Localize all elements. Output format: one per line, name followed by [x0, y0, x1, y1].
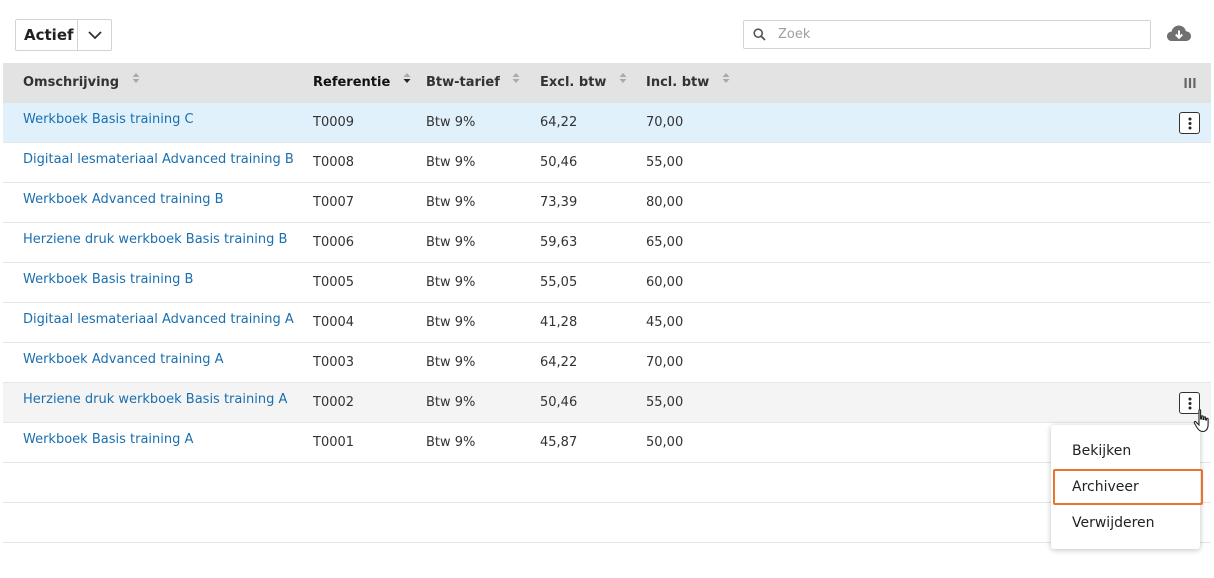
sort-icon [619, 61, 627, 101]
table-row[interactable]: Werkboek Basis training C T0009 Btw 9% 6… [3, 103, 1211, 143]
row-actions-menu: Bekijken Archiveer Verwijderen [1051, 425, 1203, 549]
search-icon [744, 21, 774, 48]
row-incl-vat: 45,00 [646, 315, 684, 330]
cloud-download-icon[interactable] [1166, 23, 1192, 45]
search-input[interactable] [774, 22, 1134, 47]
row-incl-vat: 80,00 [646, 195, 684, 210]
empty-row [3, 543, 1211, 578]
row-reference: T0008 [313, 155, 355, 170]
row-reference: T0002 [313, 395, 355, 410]
row-reference: T0003 [313, 355, 355, 370]
row-reference: T0009 [313, 115, 355, 130]
table-row[interactable]: Werkboek Advanced training A T0003 Btw 9… [3, 343, 1211, 383]
table-row[interactable]: Digitaal lesmateriaal Advanced training … [3, 303, 1211, 343]
row-description-link[interactable]: Werkboek Basis training A [23, 423, 193, 463]
row-reference: T0006 [313, 235, 355, 250]
column-header-btw-tarief[interactable]: Btw-tarief [426, 63, 520, 103]
row-excl-vat: 64,22 [540, 115, 578, 130]
row-vat-rate: Btw 9% [426, 395, 476, 410]
sort-icon [512, 61, 520, 101]
row-description-link[interactable]: Werkboek Basis training B [23, 263, 193, 303]
chevron-down-icon[interactable] [78, 20, 111, 50]
row-vat-rate: Btw 9% [426, 355, 476, 370]
table-row[interactable]: Werkboek Basis training B T0005 Btw 9% 5… [3, 263, 1211, 303]
table-row[interactable]: Werkboek Basis training A T0001 Btw 9% 4… [3, 423, 1211, 463]
row-excl-vat: 73,39 [540, 195, 578, 210]
row-incl-vat: 70,00 [646, 355, 684, 370]
row-description-link[interactable]: Werkboek Basis training C [23, 103, 194, 143]
sort-desc-icon [403, 61, 411, 101]
row-vat-rate: Btw 9% [426, 235, 476, 250]
row-excl-vat: 55,05 [540, 275, 578, 290]
row-reference: T0001 [313, 435, 355, 450]
row-description-link[interactable]: Digitaal lesmateriaal Advanced training … [23, 303, 294, 343]
row-description-link[interactable]: Werkboek Advanced training B [23, 183, 224, 223]
row-vat-rate: Btw 9% [426, 115, 476, 130]
row-vat-rate: Btw 9% [426, 275, 476, 290]
row-vat-rate: Btw 9% [426, 315, 476, 330]
row-excl-vat: 59,63 [540, 235, 578, 250]
table-header: Omschrijving Referentie Btw-tarief Excl.… [3, 63, 1211, 103]
status-filter-dropdown[interactable]: Actief [15, 19, 112, 51]
row-excl-vat: 50,46 [540, 155, 578, 170]
table-row[interactable]: Herziene druk werkboek Basis training A … [3, 383, 1211, 423]
sort-icon [722, 61, 730, 101]
row-description-link[interactable]: Herziene druk werkboek Basis training A [23, 383, 287, 423]
row-vat-rate: Btw 9% [426, 195, 476, 210]
column-header-excl-btw[interactable]: Excl. btw [540, 63, 627, 103]
row-description-link[interactable]: Digitaal lesmateriaal Advanced training … [23, 143, 294, 183]
row-excl-vat: 64,22 [540, 355, 578, 370]
row-excl-vat: 45,87 [540, 435, 578, 450]
row-incl-vat: 60,00 [646, 275, 684, 290]
row-description-link[interactable]: Werkboek Advanced training A [23, 343, 224, 383]
table-row[interactable]: Werkboek Advanced training B T0007 Btw 9… [3, 183, 1211, 223]
row-vat-rate: Btw 9% [426, 435, 476, 450]
menu-item-archiveer[interactable]: Archiveer [1053, 469, 1203, 505]
row-incl-vat: 65,00 [646, 235, 684, 250]
toolbar: Actief [0, 0, 1214, 64]
empty-row [3, 503, 1211, 543]
row-excl-vat: 50,46 [540, 395, 578, 410]
row-incl-vat: 50,00 [646, 435, 684, 450]
status-filter-label[interactable]: Actief [16, 20, 79, 50]
sort-icon [132, 61, 140, 101]
column-header-incl-btw[interactable]: Incl. btw [646, 63, 730, 103]
search-box[interactable] [743, 20, 1151, 49]
hand-pointer-icon [1192, 408, 1214, 434]
column-header-omschrijving[interactable]: Omschrijving [23, 63, 140, 103]
row-description-link[interactable]: Herziene druk werkboek Basis training B [23, 223, 287, 263]
table-row[interactable]: Digitaal lesmateriaal Advanced training … [3, 143, 1211, 183]
row-incl-vat: 55,00 [646, 155, 684, 170]
kebab-icon[interactable] [1179, 112, 1200, 134]
columns-icon[interactable] [1184, 77, 1196, 89]
table-body: Werkboek Basis training C T0009 Btw 9% 6… [3, 103, 1211, 463]
row-reference: T0007 [313, 195, 355, 210]
row-reference: T0005 [313, 275, 355, 290]
row-incl-vat: 55,00 [646, 395, 684, 410]
row-vat-rate: Btw 9% [426, 155, 476, 170]
column-header-referentie[interactable]: Referentie [313, 63, 411, 103]
menu-item-verwijderen[interactable]: Verwijderen [1051, 505, 1200, 541]
row-incl-vat: 70,00 [646, 115, 684, 130]
menu-item-bekijken[interactable]: Bekijken [1051, 433, 1200, 469]
empty-row [3, 463, 1211, 503]
row-excl-vat: 41,28 [540, 315, 578, 330]
row-reference: T0004 [313, 315, 355, 330]
table-row[interactable]: Herziene druk werkboek Basis training B … [3, 223, 1211, 263]
